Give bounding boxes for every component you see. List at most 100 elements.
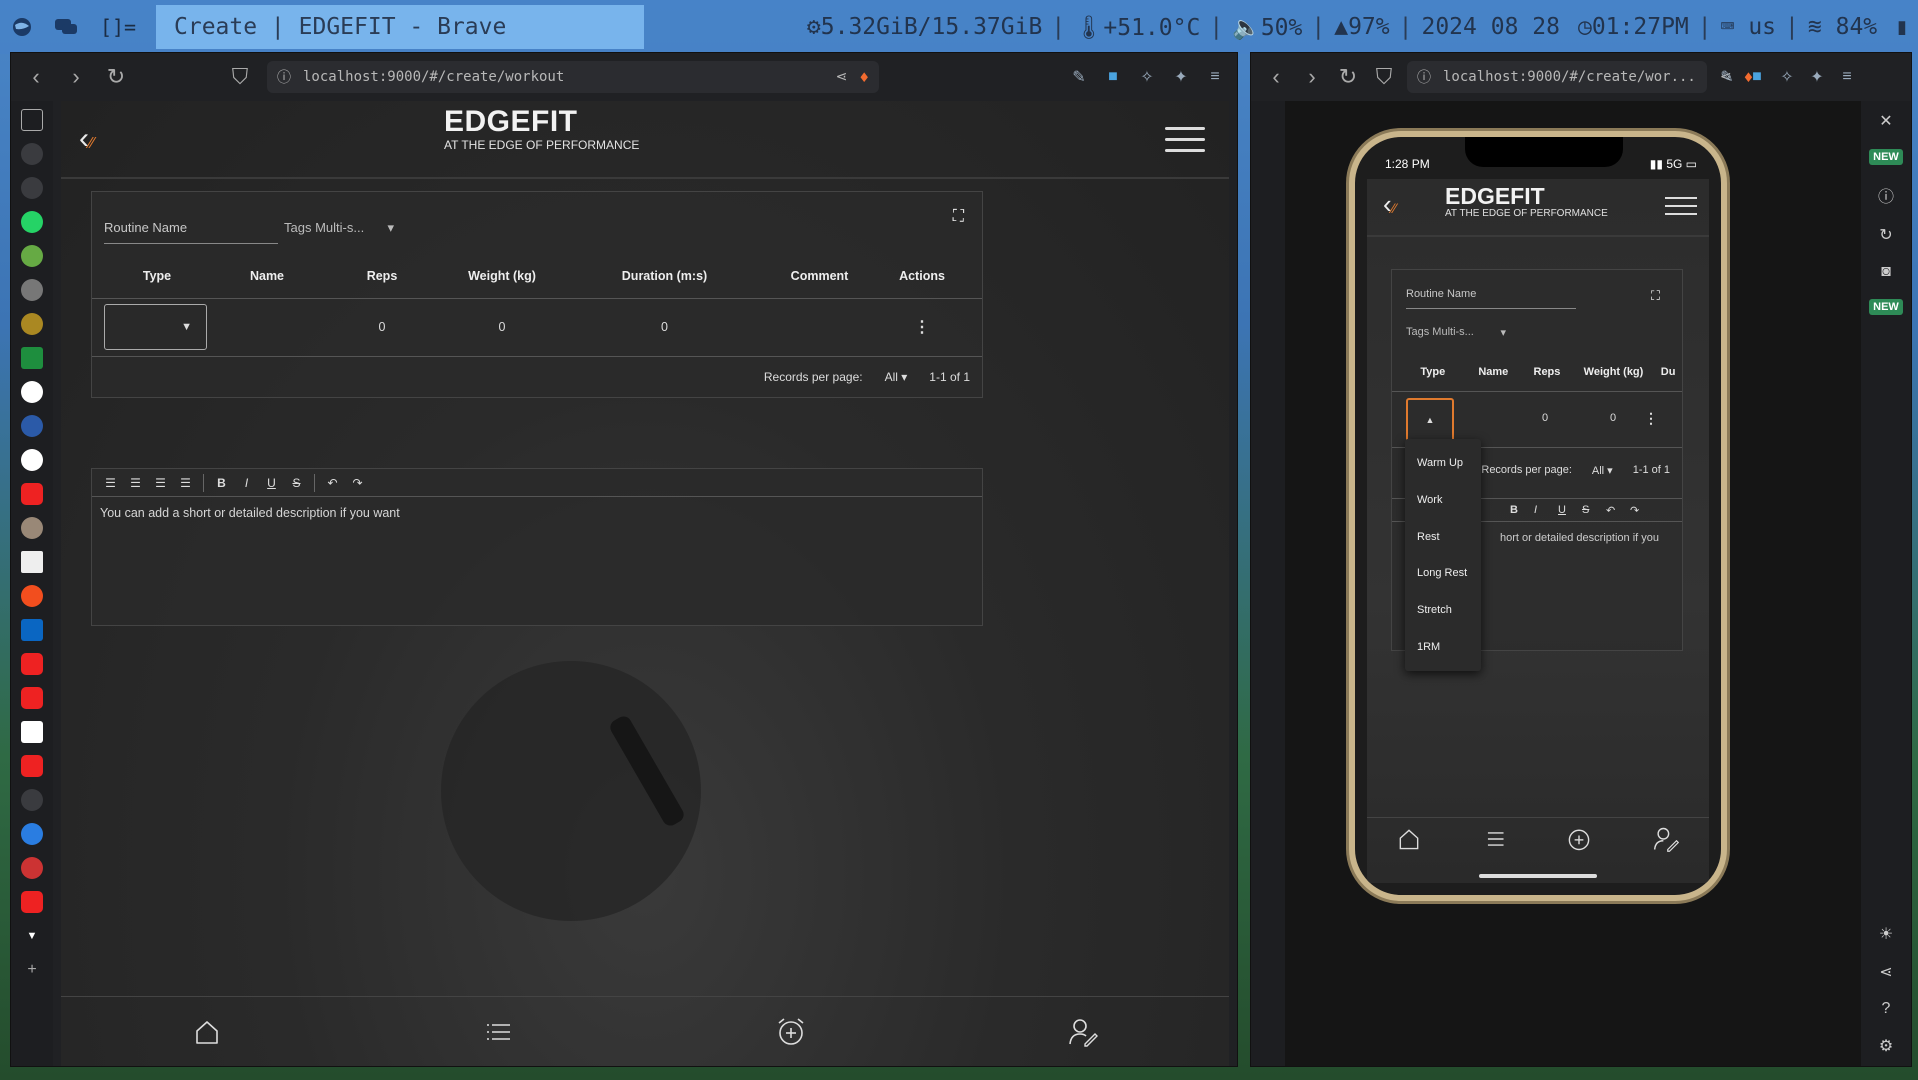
menu-item-work[interactable]: Work	[1405, 494, 1481, 506]
col-weight[interactable]: Weight (kg)	[1573, 366, 1654, 391]
youtube-icon[interactable]	[21, 483, 43, 505]
extension-box-icon[interactable]: ■	[1103, 68, 1123, 86]
col-reps[interactable]: Reps	[1521, 366, 1573, 391]
home-icon[interactable]	[187, 1012, 227, 1052]
col-name[interactable]: Name	[1466, 366, 1522, 391]
leo-icon[interactable]: ✦	[1807, 67, 1827, 87]
routine-name-input[interactable]: Routine Name	[104, 220, 278, 244]
logo-back-icon[interactable]: ‹⁄⁄	[79, 122, 139, 156]
list-icon[interactable]	[1481, 826, 1507, 857]
close-icon[interactable]: ✕	[1879, 111, 1892, 131]
chevron-down-icon[interactable]: ▼	[21, 925, 43, 947]
cell-weight[interactable]: 0	[452, 298, 552, 357]
sidebar-app-icon[interactable]	[21, 279, 43, 301]
tags-select[interactable]: Tags Multi-s... ▾	[284, 220, 394, 244]
undo-icon[interactable]: ↶	[322, 476, 343, 490]
sidebar-panel-icon[interactable]	[21, 109, 43, 131]
redo-icon[interactable]: ↷	[347, 476, 368, 490]
bookmark-icon[interactable]: ⛉	[227, 64, 253, 90]
col-type[interactable]: Type	[1392, 366, 1466, 391]
youtube-icon[interactable]	[21, 755, 43, 777]
bold-icon[interactable]: B	[1510, 504, 1528, 516]
forward-icon[interactable]: ›	[1299, 64, 1325, 90]
tags-select[interactable]: Tags Multi-s... ▾	[1406, 326, 1506, 339]
sidebar-app-icon[interactable]	[21, 313, 43, 335]
cell-duration[interactable]: 0	[552, 298, 777, 357]
bold-icon[interactable]: B	[211, 476, 232, 490]
home-icon[interactable]	[1396, 826, 1422, 857]
menu-item-warm-up[interactable]: Warm Up	[1405, 457, 1481, 469]
sidebar-app-icon[interactable]	[21, 415, 43, 437]
col-comment[interactable]: Comment	[777, 254, 862, 299]
col-reps[interactable]: Reps	[312, 254, 452, 299]
chat-icon[interactable]	[44, 0, 88, 54]
cell-name[interactable]	[222, 298, 312, 357]
chat-icon[interactable]	[21, 381, 43, 403]
col-type[interactable]: Type	[92, 254, 222, 299]
camera-icon[interactable]: ◙	[1881, 263, 1891, 281]
type-select[interactable]: ▲	[1406, 398, 1454, 442]
figma-icon[interactable]	[21, 585, 43, 607]
align-left-icon[interactable]: ☰	[100, 476, 121, 490]
list-icon[interactable]	[479, 1012, 519, 1052]
undo-icon[interactable]: ↶	[1606, 504, 1624, 517]
menu-item-long-rest[interactable]: Long Rest	[1405, 567, 1481, 579]
cell-comment[interactable]	[777, 298, 862, 357]
back-icon[interactable]: ‹	[1263, 64, 1289, 90]
sidebar-app-icon[interactable]	[21, 721, 43, 743]
brightness-icon[interactable]: ☀	[1879, 924, 1893, 944]
hamburger-menu-icon[interactable]	[1165, 126, 1205, 152]
underline-icon[interactable]: U	[1558, 504, 1576, 516]
rotate-icon[interactable]: ↻	[1879, 225, 1892, 245]
bookmark-icon[interactable]: ⛉	[1371, 64, 1397, 90]
menu-icon[interactable]: ≡	[1205, 68, 1225, 86]
youtube-icon[interactable]	[21, 653, 43, 675]
cell-reps[interactable]: 0	[1542, 412, 1548, 424]
col-name[interactable]: Name	[222, 254, 312, 299]
logo-back-icon[interactable]: ‹⁄⁄	[1383, 189, 1396, 220]
sidebar-app-icon[interactable]	[21, 857, 43, 879]
strikethrough-icon[interactable]: S	[1582, 504, 1600, 516]
extension-pen-icon[interactable]: ✎	[1717, 67, 1737, 87]
youtube-icon[interactable]	[21, 891, 43, 913]
sidebar-app-icon[interactable]	[21, 823, 43, 845]
share-icon[interactable]: ⋖	[1879, 962, 1892, 982]
sidebar-app-icon[interactable]	[21, 177, 43, 199]
whatsapp-icon[interactable]	[21, 211, 43, 233]
menu-item-stretch[interactable]: Stretch	[1405, 604, 1481, 616]
volume-readout[interactable]: 🔈50%	[1223, 14, 1311, 41]
help-icon[interactable]: ?	[1882, 1000, 1891, 1018]
col-duration[interactable]: Duration (m:s)	[552, 254, 777, 299]
site-info-icon[interactable]: ⓘ	[277, 67, 291, 87]
fullscreen-icon[interactable]: ⛶	[953, 208, 964, 226]
user-edit-icon[interactable]	[1063, 1012, 1103, 1052]
italic-icon[interactable]: I	[236, 476, 257, 490]
align-center-icon[interactable]: ☰	[125, 476, 146, 490]
records-per-page-select[interactable]: All ▾	[1592, 464, 1613, 477]
extension-box-icon[interactable]: ■	[1747, 68, 1767, 86]
cell-reps[interactable]: 0	[312, 298, 452, 357]
linkedin-icon[interactable]	[21, 619, 43, 641]
reload-icon[interactable]: ↻	[1335, 64, 1361, 90]
reload-icon[interactable]: ↻	[103, 64, 129, 90]
col-weight[interactable]: Weight (kg)	[452, 254, 552, 299]
site-info-icon[interactable]: ⓘ	[1417, 67, 1431, 87]
alarm-add-icon[interactable]	[771, 1012, 811, 1052]
menu-item-rest[interactable]: Rest	[1405, 531, 1481, 543]
more-vert-icon[interactable]: ⋮	[1644, 410, 1658, 427]
editor-content[interactable]: You can add a short or detailed descript…	[92, 497, 982, 529]
records-per-page-select[interactable]: All ▾	[885, 370, 908, 384]
sidebar-app-icon[interactable]	[21, 143, 43, 165]
underline-icon[interactable]: U	[261, 476, 282, 490]
sidebar-app-icon[interactable]	[21, 789, 43, 811]
brave-shield-icon[interactable]: ♦	[859, 68, 869, 87]
github-icon[interactable]	[21, 449, 43, 471]
col-duration[interactable]: Du	[1654, 366, 1682, 391]
align-right-icon[interactable]: ☰	[150, 476, 171, 490]
user-edit-icon[interactable]	[1652, 825, 1680, 858]
redo-icon[interactable]: ↷	[1630, 504, 1648, 517]
italic-icon[interactable]: I	[1534, 504, 1552, 516]
extensions-icon[interactable]: ✧	[1777, 67, 1797, 87]
info-icon[interactable]: ⓘ	[1878, 183, 1894, 207]
cell-weight[interactable]: 0	[1610, 412, 1616, 424]
